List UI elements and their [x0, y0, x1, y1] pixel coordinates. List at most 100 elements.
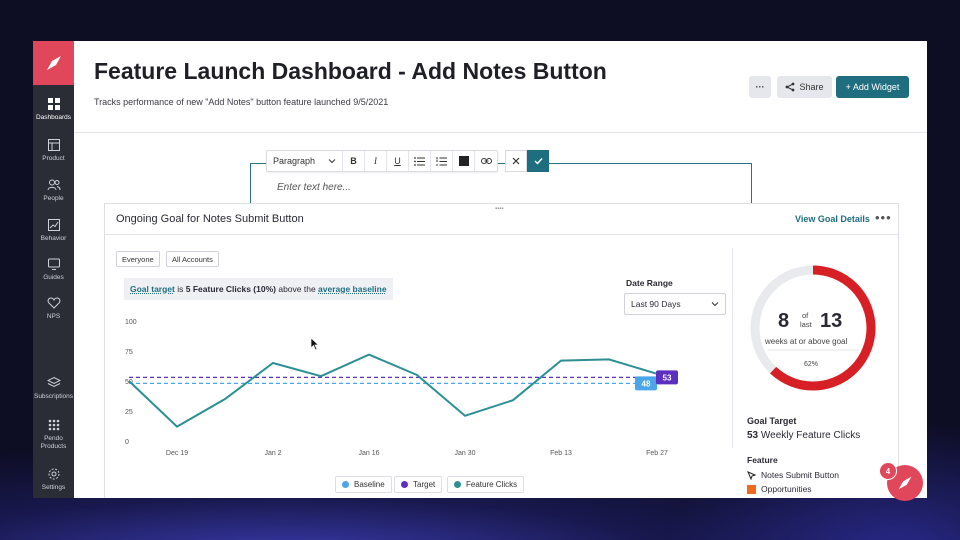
bold-button[interactable]: B — [343, 151, 365, 171]
chevron-down-icon — [328, 159, 336, 164]
baseline-end-label: 48 — [642, 379, 651, 388]
goal-target-value: 53 Weekly Feature Clicks — [747, 430, 860, 441]
sidebar-item-label: Settings — [41, 484, 66, 491]
sidebar-item-label: Behavior — [40, 235, 67, 242]
confirm-edit-button[interactable] — [527, 150, 549, 172]
target-end-label: 53 — [663, 373, 672, 382]
goal-target-label: Goal Target — [747, 416, 797, 426]
sidebar-item-label: Guides — [43, 274, 64, 281]
cancel-edit-button[interactable] — [505, 150, 527, 172]
legend-baseline[interactable]: Baseline — [335, 476, 392, 493]
color-swatch-icon — [458, 156, 469, 166]
feature-label: Feature — [747, 455, 778, 465]
panel-divider — [732, 248, 733, 448]
link-icon — [480, 158, 492, 164]
goal-widget-card: ▪▪▪▪ Ongoing Goal for Notes Submit Butto… — [104, 203, 899, 498]
x-tick-label: Jan 2 — [264, 450, 281, 457]
product-icon — [47, 139, 60, 151]
feature-item[interactable]: Notes Submit Button — [747, 470, 839, 480]
notification-badge: 4 — [879, 462, 897, 480]
gauge-last: last — [800, 320, 812, 329]
grid-icon — [47, 98, 60, 110]
legend-label: Baseline — [354, 480, 385, 489]
paragraph-label: Paragraph — [273, 156, 316, 166]
x-tick-label: Feb 13 — [550, 450, 572, 457]
sidebar-item-guides[interactable]: Guides — [33, 257, 74, 282]
sidebar-item-label: NPS — [46, 313, 61, 320]
legend-label: Target — [413, 480, 436, 489]
sidebar-item-pendo-products[interactable]: Pendo Products — [33, 418, 74, 451]
y-tick-label: 0 — [125, 439, 129, 446]
gauge-caption: weeks at or above goal — [765, 337, 848, 346]
sidebar-item-label: Subscriptions — [33, 393, 74, 400]
feature-item[interactable]: Opportunities — [747, 484, 812, 494]
heart-icon — [47, 297, 60, 309]
sidebar-item-behavior[interactable]: Behavior — [33, 218, 74, 243]
bullet-list-button[interactable] — [409, 151, 431, 171]
numbered-list-button[interactable] — [431, 151, 453, 171]
bullet-list-icon — [414, 156, 425, 166]
sidebar-item-label: Dashboards — [35, 114, 72, 121]
gauge-percent: 62% — [804, 361, 819, 368]
y-tick-label: 25 — [125, 409, 133, 416]
underline-button[interactable]: U — [387, 151, 409, 171]
editor-input[interactable]: Enter text here... — [277, 182, 351, 193]
pendo-logo[interactable] — [33, 41, 74, 85]
page-subtitle: Tracks performance of new "Add Notes" bu… — [94, 97, 389, 107]
share-label: Share — [799, 82, 824, 92]
sidebar-item-settings[interactable]: Settings — [33, 467, 74, 492]
italic-button[interactable]: I — [365, 151, 387, 171]
x-tick-label: Jan 16 — [358, 450, 379, 457]
feature-name: Opportunities — [761, 484, 812, 494]
cursor-icon — [747, 470, 756, 480]
checkmark-icon — [534, 158, 543, 165]
sidebar-item-nps[interactable]: NPS — [33, 296, 74, 321]
goal-line-chart: 0255075100 Dec 19 Jan 2 Jan 16 Jan 30 Feb 13… — [125, 265, 876, 457]
feature-clicks-line — [128, 353, 658, 428]
add-widget-button[interactable]: + Add Widget — [836, 76, 909, 98]
text-color-button[interactable] — [453, 151, 475, 171]
sidebar: Dashboards Product People Behavior Guide… — [33, 41, 74, 498]
bold-label: B — [350, 156, 357, 166]
x-tick-label: Dec 19 — [166, 450, 188, 457]
x-tick-label: Feb 27 — [646, 450, 668, 457]
link-button[interactable] — [475, 151, 497, 171]
sidebar-item-label: People — [43, 195, 64, 202]
editor-toolbar: Paragraph B I U — [266, 150, 498, 172]
legend-feature-clicks[interactable]: Feature Clicks — [447, 476, 525, 493]
y-tick-label: 100 — [125, 319, 137, 326]
guides-icon — [47, 258, 60, 270]
gauge-total: 13 — [820, 310, 843, 332]
x-tick-label: Jan 30 — [454, 450, 475, 457]
legend-dot — [454, 481, 461, 488]
numbered-list-icon — [436, 156, 447, 165]
underline-label: U — [394, 156, 401, 166]
legend-label: Feature Clicks — [466, 480, 518, 489]
share-button[interactable]: Share — [777, 76, 832, 98]
legend-dot — [342, 481, 349, 488]
italic-label: I — [374, 156, 377, 166]
orange-square-icon — [747, 484, 756, 494]
app-window: Dashboards Product People Behavior Guide… — [33, 41, 927, 498]
people-icon — [47, 179, 60, 191]
paragraph-style-dropdown[interactable]: Paragraph — [267, 151, 343, 171]
y-tick-label: 75 — [125, 349, 133, 356]
gear-icon — [48, 468, 59, 480]
gauge-of: of — [802, 311, 809, 320]
sidebar-item-subscriptions[interactable]: Subscriptions — [33, 376, 74, 401]
sidebar-item-people[interactable]: People — [33, 178, 74, 203]
close-icon — [512, 157, 520, 165]
feature-name: Notes Submit Button — [761, 470, 839, 480]
apps-grid-icon — [48, 419, 59, 431]
share-icon — [786, 82, 795, 92]
sidebar-item-product[interactable]: Product — [33, 138, 74, 163]
gauge-achieved: 8 — [778, 310, 790, 332]
sidebar-item-label: Pendo Products — [40, 435, 67, 450]
chart-icon — [47, 219, 60, 231]
layers-icon — [46, 376, 61, 388]
add-widget-label: + Add Widget — [845, 82, 900, 92]
more-options-button[interactable]: ··· — [749, 76, 771, 98]
sidebar-item-dashboards[interactable]: Dashboards — [33, 97, 74, 122]
pendo-logo-icon — [898, 476, 912, 490]
legend-target[interactable]: Target — [394, 476, 443, 493]
